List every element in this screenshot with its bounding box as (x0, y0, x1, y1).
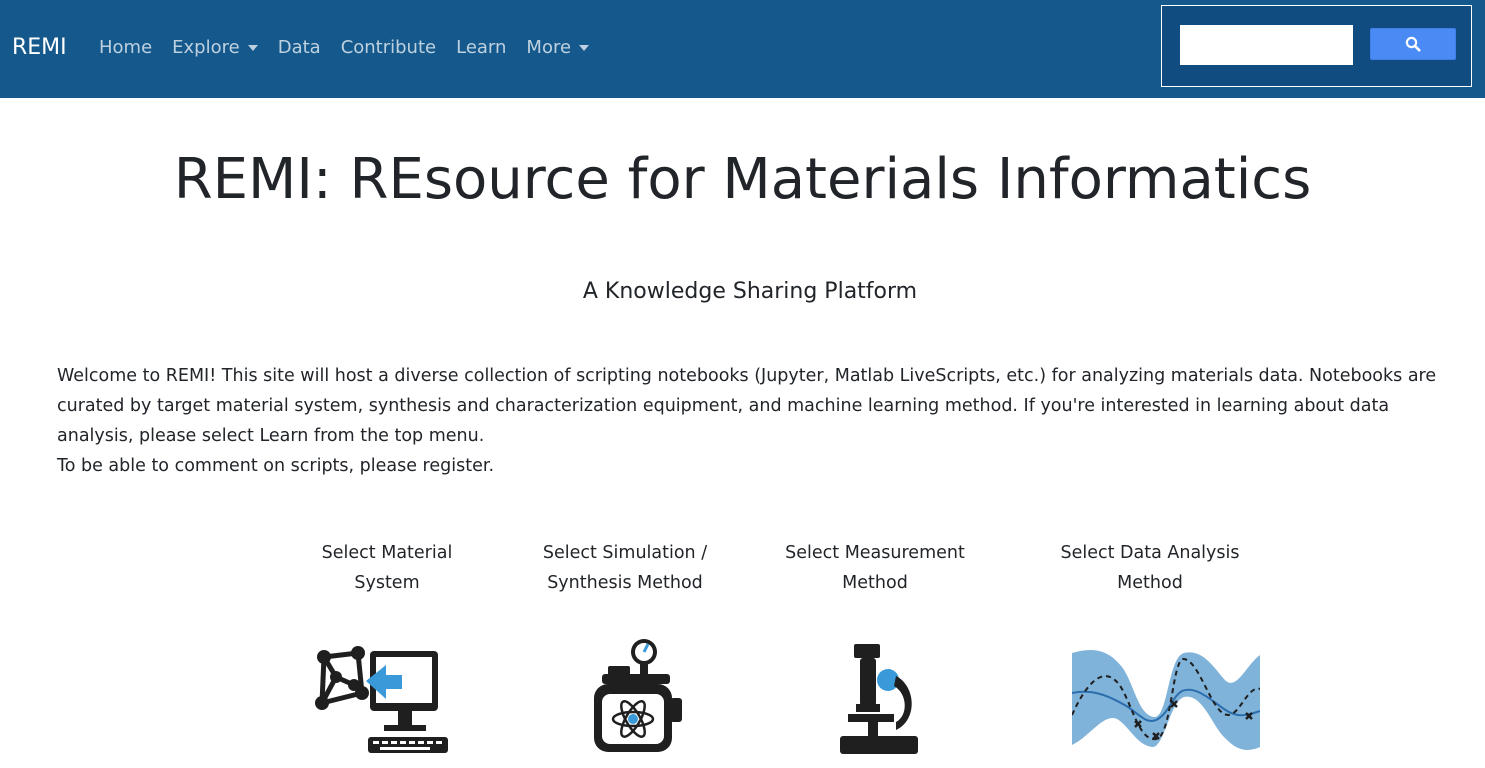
card-label-line2: Method (1117, 573, 1183, 593)
register-note: To be able to comment on scripts, please… (57, 456, 495, 476)
nav-learn-link[interactable]: Learn (456, 36, 506, 60)
page-subtitle: A Knowledge Sharing Platform (582, 279, 918, 304)
caret-down-icon (247, 45, 258, 51)
material-system-computer-icon[interactable] (310, 643, 450, 758)
nav-data-label: Data (277, 37, 321, 58)
select-synthesis-method-card[interactable]: Select Simulation / Synthesis Method (530, 538, 720, 598)
nav-links: Home Explore Data Contribute Learn More (99, 36, 609, 60)
card-label-line1: Select Simulation / (542, 543, 708, 563)
synthesis-reactor-icon[interactable] (588, 636, 688, 758)
search-input[interactable] (1180, 25, 1353, 65)
nav-learn-label: Learn (456, 37, 507, 58)
select-measurement-method-card[interactable]: Select Measurement Method (775, 538, 975, 598)
intro-text: Welcome to REMI! This site will host a d… (57, 361, 1447, 481)
nav-more-label: More (526, 37, 572, 58)
card-label-line2: Method (842, 573, 908, 593)
nav-explore-label: Explore (172, 37, 240, 58)
top-navbar: REMI Home Explore Data Contribute Learn … (0, 0, 1485, 98)
nav-data-link[interactable]: Data (278, 36, 321, 60)
intro-paragraph: Welcome to REMI! This site will host a d… (57, 366, 1437, 446)
search-icon (1405, 36, 1421, 52)
nav-contribute-label: Contribute (340, 37, 437, 58)
nav-contribute-link[interactable]: Contribute (341, 36, 436, 60)
nav-more-dropdown[interactable]: More (526, 36, 590, 60)
select-data-analysis-method-card[interactable]: Select Data Analysis Method (1050, 538, 1250, 598)
nav-explore-dropdown[interactable]: Explore (172, 36, 258, 60)
search-button[interactable] (1370, 28, 1456, 60)
card-label-line2: System (354, 573, 420, 593)
nav-home-label: Home (99, 37, 153, 58)
page-title: REMI: REsource for Materials Informatics (173, 147, 1312, 212)
microscope-icon[interactable] (838, 640, 922, 758)
card-label-line1: Select Material (321, 543, 453, 563)
site-search (1161, 5, 1472, 87)
nav-home-link[interactable]: Home (99, 36, 152, 60)
card-label-line2: Synthesis Method (547, 573, 703, 593)
card-label-line1: Select Measurement (785, 543, 965, 563)
gaussian-process-plot-icon[interactable] (1072, 645, 1260, 755)
caret-down-icon (579, 45, 590, 51)
card-label-line1: Select Data Analysis (1060, 543, 1240, 563)
brand-link[interactable]: REMI (12, 33, 67, 63)
select-material-system-card[interactable]: Select Material System (302, 538, 472, 598)
